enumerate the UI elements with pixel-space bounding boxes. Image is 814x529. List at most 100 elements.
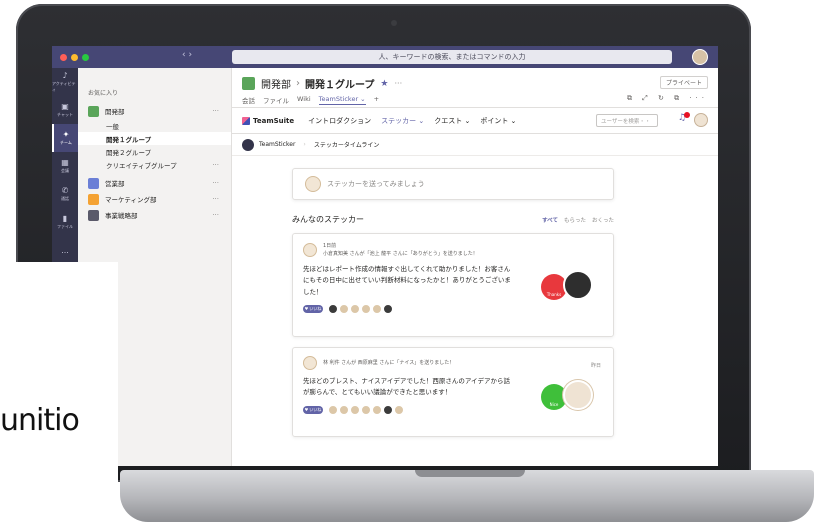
more-icon[interactable]: ··· [212, 195, 219, 203]
avatar [394, 404, 404, 415]
teamsticker-icon [242, 138, 254, 151]
more-icon[interactable]: ··· [212, 211, 219, 219]
more-icon: ... [61, 245, 69, 255]
avatar [339, 404, 349, 415]
avatar [303, 356, 317, 370]
rail-label: 会議 [61, 168, 69, 173]
rail-more[interactable]: ... [52, 236, 78, 264]
header-actions[interactable]: ⧉ ⤢ ↻ ⧉ ··· [627, 94, 708, 103]
app-nav: TeamSuite イントロダクション ステッカー ⌄ クエスト ⌄ ポイント … [232, 108, 718, 134]
teamsuite-logo[interactable]: TeamSuite [242, 116, 294, 125]
nav-sticker[interactable]: ステッカー ⌄ [381, 116, 424, 126]
app-links: イントロダクション ステッカー ⌄ クエスト ⌄ ポイント ⌄ [308, 116, 516, 126]
rail-activity[interactable]: ♪ アクティビティ [52, 68, 78, 96]
tab-files[interactable]: ファイル [263, 95, 289, 105]
team-item[interactable]: マーケティング部 ··· [78, 191, 231, 207]
channel-item[interactable]: 一般 [78, 119, 231, 132]
avatar[interactable] [692, 49, 708, 65]
team-icon [88, 105, 99, 117]
card-date: 1日前 [323, 243, 337, 249]
private-badge: プライベート [659, 76, 708, 89]
unitio-logo: unitio [0, 403, 80, 438]
team-name: マーケティング部 [105, 196, 157, 204]
card-sender: 林 利件 さんが 西原麻里 さんに「ナイス」を送りました！ [323, 360, 455, 366]
file-icon: ▮ [62, 214, 68, 223]
rail-label: ファイル [57, 224, 73, 229]
sticker-card[interactable]: 1日前 小倉真知美 さんが「池上 龍平 さんに「ありがとう」を送りました！ 先ほ… [292, 233, 614, 337]
channel-item[interactable]: クリエイティブグループ ··· [78, 158, 231, 171]
team-item[interactable]: 事業戦略部 ··· [78, 207, 231, 223]
breadcrumb-team[interactable]: 開発部 [261, 76, 291, 91]
title-bar: ‹ › 人、キーワードの検索、またはコマンドの入力 [52, 46, 718, 68]
avatar[interactable] [694, 113, 708, 127]
tab-conversation[interactable]: 会話 [242, 95, 255, 105]
avatar [372, 404, 382, 415]
bell-icon: ♪ [62, 71, 68, 80]
card-header: 林 利件 さんが 西原麻里 さんに「ナイス」を送りました！ [303, 356, 603, 370]
feed-filters: すべて もらった おくった [542, 216, 614, 224]
rail-calendar[interactable]: ▦ 会議 [52, 152, 78, 180]
feed-title: みんなのステッカー [292, 215, 364, 224]
recipient-avatar [563, 380, 593, 410]
sub-nav: TeamSticker › ステッカータイムライン [232, 134, 718, 156]
avatar [383, 404, 393, 415]
page-title: 開発１グループ [305, 80, 375, 91]
rail-files[interactable]: ▮ ファイル [52, 208, 78, 236]
rail-label: アクティビティ [52, 81, 76, 92]
nav-point[interactable]: ポイント ⌄ [480, 116, 516, 126]
nav-introduction[interactable]: イントロダクション [308, 116, 371, 126]
rail-calls[interactable]: ✆ 通話 [52, 180, 78, 208]
favorites-label: お気に入り [88, 90, 119, 97]
nav-quest[interactable]: クエスト ⌄ [434, 116, 470, 126]
filter-received[interactable]: もらった [564, 216, 586, 224]
window-controls[interactable] [60, 53, 89, 61]
rail-label: チャット [57, 112, 73, 117]
teamsuite-icon [242, 116, 250, 125]
calendar-icon: ▦ [61, 158, 69, 167]
more-icon[interactable]: ··· [394, 79, 402, 88]
sticker-feed: ステッカーを送ってみましょう みんなのステッカー すべて もらった おくった 1… [292, 168, 614, 447]
minimize-window-icon[interactable] [71, 53, 78, 61]
app-screen: ‹ › 人、キーワードの検索、またはコマンドの入力 ♪ アクティビティ ▣ チャット… [52, 46, 718, 466]
star-icon[interactable]: ★ [380, 79, 388, 89]
nav-arrows[interactable]: ‹ › [182, 50, 192, 60]
filter-all[interactable]: すべて [542, 216, 558, 224]
close-window-icon[interactable] [60, 53, 67, 61]
team-item[interactable]: 開発部 ··· [78, 103, 231, 119]
zoom-window-icon[interactable] [82, 53, 89, 61]
rail-teams[interactable]: ✦ チーム [52, 124, 78, 152]
compose-sticker-input[interactable]: ステッカーを送ってみましょう [292, 168, 614, 200]
channel-item[interactable]: 開発２グループ [78, 145, 231, 158]
filter-sent[interactable]: おくった [592, 216, 614, 224]
feed-header: みんなのステッカー すべて もらった おくった [292, 214, 614, 225]
sticker-card[interactable]: 林 利件 さんが 西原麻里 さんに「ナイス」を送りました！ 昨日 先ほどのブレス… [292, 347, 614, 437]
search-input[interactable]: 人、キーワードの検索、またはコマンドの入力 [232, 50, 672, 64]
laptop-base [120, 470, 814, 522]
tab-wiki[interactable]: Wiki [297, 95, 311, 105]
teamsticker-label[interactable]: TeamSticker [259, 141, 295, 148]
more-icon[interactable]: ··· [212, 179, 219, 187]
notification-badge [684, 112, 690, 118]
rail-label: チーム [60, 140, 72, 145]
like-button[interactable]: ♥ いいね [303, 405, 323, 414]
team-name: 営業部 [105, 180, 125, 188]
channel-tabs: 会話 ファイル Wiki TeamSticker ⌄ + [242, 95, 379, 105]
channel-item-active[interactable]: 開発１グループ [78, 132, 231, 145]
recipient-avatar [563, 270, 593, 300]
tab-teamsticker[interactable]: TeamSticker ⌄ [318, 95, 366, 105]
avatar [328, 404, 338, 415]
team-item[interactable]: 営業部 ··· [78, 175, 231, 191]
add-tab-button[interactable]: + [374, 95, 379, 105]
camera-icon [391, 20, 397, 26]
like-button[interactable]: ♥ いいね [303, 305, 323, 314]
breadcrumb: 開発部 › 開発１グループ ★ ··· [242, 76, 402, 91]
avatar [339, 304, 349, 315]
more-icon[interactable]: ··· [212, 107, 219, 115]
team-icon [88, 193, 99, 205]
card-date: 昨日 [590, 363, 601, 369]
chevron-right-icon: › [296, 78, 300, 89]
more-icon[interactable]: ··· [212, 161, 219, 169]
chat-icon: ▣ [61, 102, 69, 111]
user-search-input[interactable]: ユーザーを検索・・ [596, 114, 658, 127]
rail-chat[interactable]: ▣ チャット [52, 96, 78, 124]
